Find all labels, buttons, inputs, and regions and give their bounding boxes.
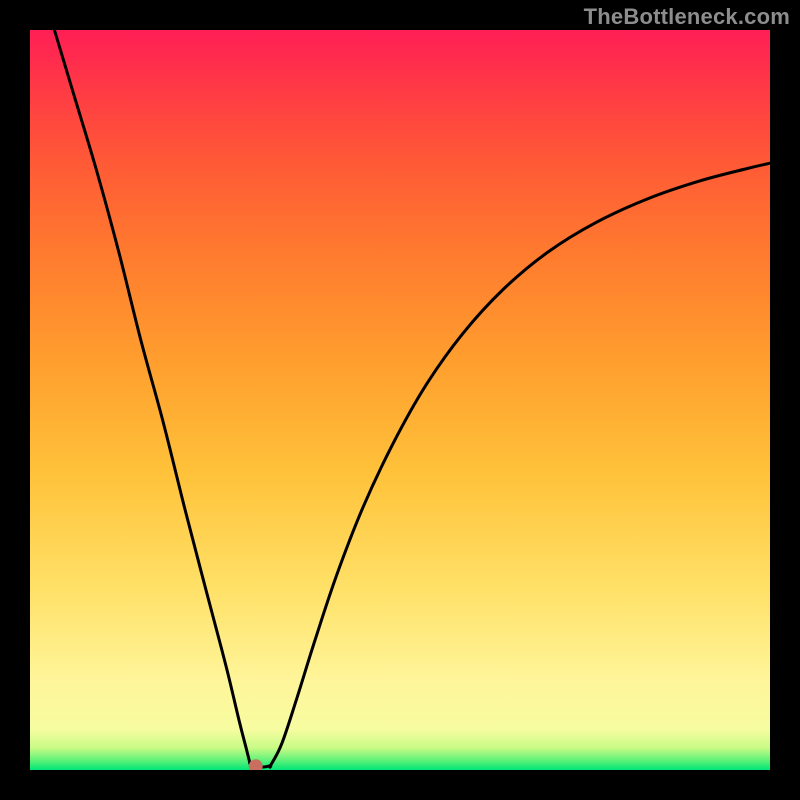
chart-frame [30,30,770,770]
watermark-text: TheBottleneck.com [584,4,790,30]
gradient-background [30,30,770,770]
bottleneck-curve-chart [30,30,770,770]
